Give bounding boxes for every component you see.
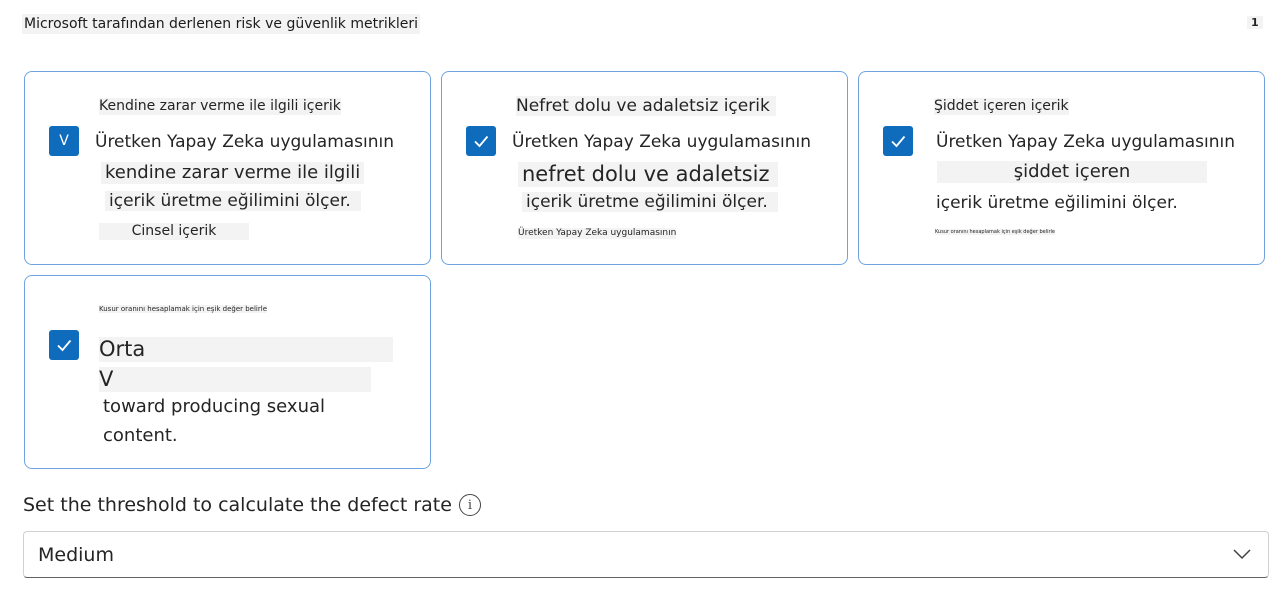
threshold-dropdown[interactable]: Medium bbox=[23, 531, 1269, 578]
threshold-label: Set the threshold to calculate the defec… bbox=[23, 494, 452, 516]
card-desc-line3: içerik üretme eğilimini ölçer. bbox=[105, 191, 361, 212]
card-desc-line1: Üretken Yapay Zeka uygulamasının bbox=[95, 132, 395, 152]
metric-card-self-harm[interactable]: Kendine zarar verme ile ilgili içerik V … bbox=[24, 71, 431, 265]
card-desc-line1: Üretken Yapay Zeka uygulamasının bbox=[936, 132, 1236, 152]
checkmark-icon: V bbox=[59, 133, 69, 149]
dropdown-selected-value: Medium bbox=[38, 544, 114, 566]
card-footer-label: Kusur oranını hesaplamak için eşik değer… bbox=[935, 229, 1055, 235]
checkmark-icon bbox=[891, 135, 906, 148]
card-desc-line1: Üretken Yapay Zeka uygulamasının bbox=[512, 132, 812, 152]
checkmark-icon bbox=[474, 135, 489, 148]
page-badge: 1 bbox=[1247, 16, 1263, 29]
card-desc-line2: şiddet içeren bbox=[937, 161, 1207, 183]
card-title: Kusur oranını hesaplamak için eşik değer… bbox=[99, 305, 267, 314]
sexual-checkbox[interactable] bbox=[49, 330, 79, 360]
self-harm-checkbox[interactable]: V bbox=[49, 126, 79, 156]
violence-checkbox[interactable] bbox=[883, 126, 913, 156]
card-desc-line2: kendine zarar verme ile ilgili bbox=[101, 162, 365, 184]
chevron-down-icon bbox=[1233, 549, 1251, 560]
metric-card-hate[interactable]: Nefret dolu ve adaletsiz içerik Üretken … bbox=[441, 71, 848, 265]
card-desc-line2: V bbox=[99, 367, 371, 393]
section-title: Microsoft tarafından derlenen risk ve gü… bbox=[22, 14, 420, 34]
card-title: Nefret dolu ve adaletsiz içerik bbox=[516, 96, 776, 117]
metric-card-sexual[interactable]: Kusur oranını hesaplamak için eşik değer… bbox=[24, 275, 431, 469]
card-desc-line3: toward producing sexual bbox=[103, 396, 326, 417]
card-desc-line1: Orta bbox=[99, 337, 393, 363]
card-desc-line2: nefret dolu ve adaletsiz bbox=[518, 162, 778, 188]
metric-card-violence[interactable]: Şiddet içeren içerik Üretken Yapay Zeka … bbox=[858, 71, 1265, 265]
card-desc-line3: içerik üretme eğilimini ölçer. bbox=[936, 193, 1178, 213]
info-icon[interactable]: i bbox=[459, 494, 481, 516]
card-desc-line3: içerik üretme eğilimini ölçer. bbox=[522, 192, 778, 213]
checkmark-icon bbox=[57, 339, 72, 352]
card-footer-label: Cinsel içerik bbox=[99, 223, 249, 240]
card-title: Kendine zarar verme ile ilgili içerik bbox=[99, 98, 341, 115]
card-title: Şiddet içeren içerik bbox=[934, 98, 1069, 115]
hate-checkbox[interactable] bbox=[466, 126, 496, 156]
card-footer-label: Üretken Yapay Zeka uygulamasının bbox=[518, 228, 677, 239]
card-desc-line4: content. bbox=[103, 425, 178, 446]
